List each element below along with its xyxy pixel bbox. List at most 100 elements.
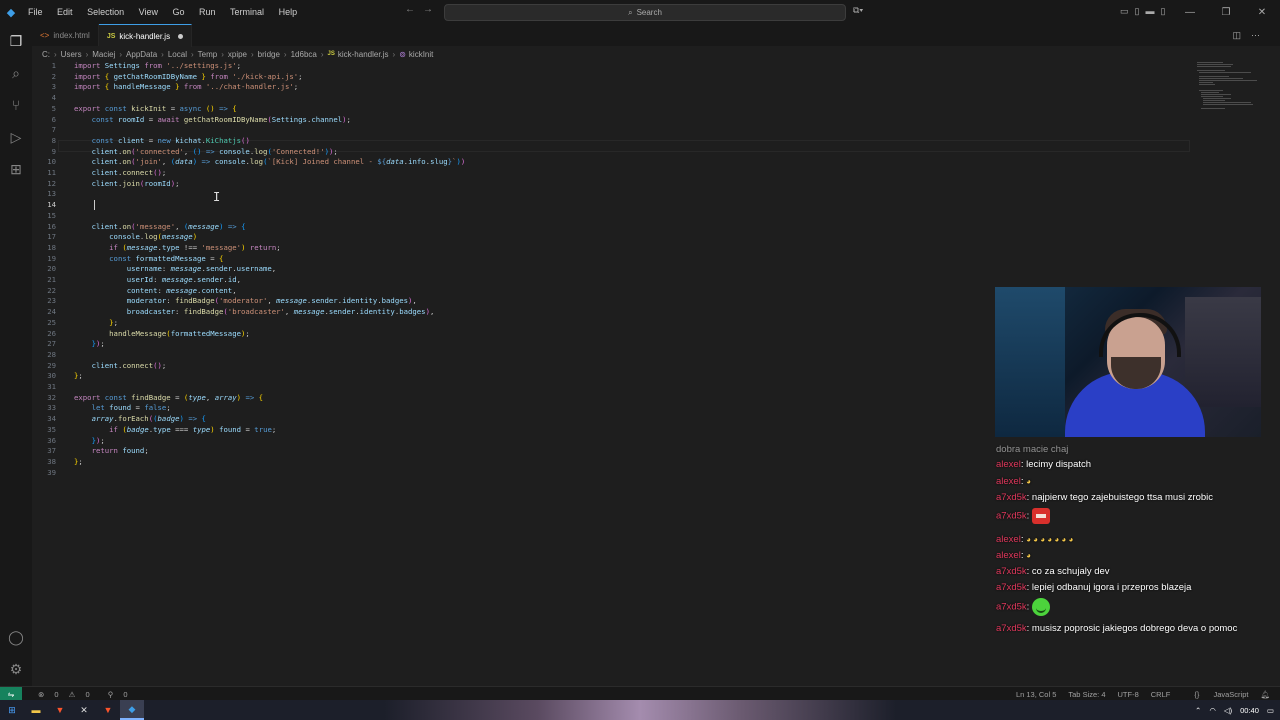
menu-selection[interactable]: Selection [81,7,130,17]
wifi-icon[interactable]: ◠ [1209,706,1216,715]
chat-username: a7xd5k [996,582,1027,593]
tab-kick-handler[interactable]: JS kick-handler.js [98,24,193,47]
chat-message: a7xd5k: lepiej odbanuj igora i przepros … [996,582,1192,593]
breadcrumb-item[interactable]: Users [61,50,82,59]
forward-arrow-icon[interactable]: → [423,4,441,15]
clock[interactable]: 00:40 [1240,706,1259,715]
close-icon[interactable]: ✕ [1244,7,1280,18]
language-mode[interactable]: {} JavaScript [1182,690,1248,699]
secondary-sidebar-icon[interactable]: ▯ [1160,6,1171,16]
chat-message: alexel: ◕ ◕ ◕ ◕ ◕ ◕ ◕ [996,534,1074,545]
encoding[interactable]: UTF-8 [1118,690,1139,699]
brave-browser-icon[interactable]: ▼ [48,700,72,720]
menu-view[interactable]: View [133,7,164,17]
chat-text: najpierw tego zajebuistego ttsa musi zro… [1031,492,1214,503]
explorer-icon[interactable]: ❐ [7,32,25,50]
source-control-icon[interactable]: ⑂ [7,96,25,114]
html-file-icon: <> [40,30,50,40]
minimize-icon[interactable]: — [1172,7,1208,18]
remote-indicator-icon[interactable]: ⇋ [0,687,22,701]
x-app-icon[interactable]: ✕ [72,700,96,720]
chat-message: alexel: ◕ [996,476,1031,487]
js-file-icon: JS [327,51,335,57]
system-tray: ⌃ ◠ ◁) 00:40 ▭ [1187,700,1274,720]
os-taskbar: ⊞ ▬ ▼ ✕ ▼ ◆ ⌃ ◠ ◁) 00:40 ▭ [0,700,1280,720]
minimap[interactable] [1195,60,1265,120]
chat-message: a7xd5k: [996,598,1266,616]
warning-count: 0 [85,689,90,699]
line-endings[interactable]: CRLF [1151,690,1171,699]
breadcrumb-file[interactable]: kick-handler.js [338,50,389,59]
breadcrumb-item[interactable]: AppData [126,50,157,59]
menu-help[interactable]: Help [273,7,304,17]
chat-username: a7xd5k [996,566,1027,577]
window-controls: — ❐ ✕ [1172,0,1280,24]
volume-icon[interactable]: ◁) [1224,706,1232,715]
menu-go[interactable]: Go [166,7,190,17]
notifications-bell-icon[interactable]: 🔔︎ [1260,690,1270,699]
menu-edit[interactable]: Edit [51,7,79,17]
vertical-scrollbar[interactable] [1270,60,1280,680]
run-debug-icon[interactable]: ▷ [7,128,25,146]
breadcrumb-item[interactable]: bridge [258,50,280,59]
menu-run[interactable]: Run [193,7,222,17]
file-explorer-icon[interactable]: ▬ [24,700,48,720]
tab-size[interactable]: Tab Size: 4 [1068,690,1105,699]
chat-username: a7xd5k [996,601,1027,613]
tab-label: kick-handler.js [119,31,171,41]
restore-icon[interactable]: ❐ [1208,7,1244,18]
search-icon[interactable]: ⌕ [7,64,25,82]
vscode-logo-icon[interactable]: ◆ [0,0,22,24]
chat-username: alexel [996,459,1021,470]
extensions-icon[interactable]: ⊞ [7,160,25,178]
back-arrow-icon[interactable]: ← [405,4,423,15]
split-editor-icon[interactable]: ◫ [1232,30,1251,40]
settings-gear-icon[interactable]: ⚙ [7,660,25,678]
windows-start-icon[interactable]: ⊞ [0,700,24,720]
panel-toggle-icon[interactable]: ▬ [1145,6,1160,16]
chat-message: a7xd5k: [996,508,1266,524]
mouse-ibeam-cursor-icon: I [213,190,221,204]
breadcrumb-item[interactable]: Local [168,50,187,59]
problems-indicator[interactable]: ⊗ 0 ⚠ 0 [30,690,90,699]
breadcrumb-item[interactable]: Temp [198,50,218,59]
breadcrumb: C: › Users › Maciej › AppData › Local › Temp ›… [42,49,434,59]
ports-indicator[interactable]: ⚲ 0 [100,690,128,699]
cursor-position[interactable]: Ln 13, Col 5 [1016,690,1056,699]
activity-bar: ❐ ⌕ ⑂ ▷ ⊞ ◯ ⚙ [0,24,32,686]
chat-message: dobra macie chaj [996,442,1266,457]
chat-text: lepiej odbanuj igora i przepros blazeja [1031,582,1192,593]
menu-file[interactable]: File [22,7,49,17]
text-caret [94,200,95,210]
layout-icon[interactable]: ▭ [1120,6,1135,16]
search-placeholder: Search [636,8,662,17]
chat-message: alexel: ◕ [996,550,1031,561]
breadcrumb-item[interactable]: 1d6bca [291,50,317,59]
search-icon: ⌕ [628,7,633,17]
breadcrumb-item[interactable]: C: [42,50,50,59]
menu-terminal[interactable]: Terminal [224,7,270,17]
tab-label: index.html [53,30,90,40]
sidebar-toggle-icon[interactable]: ▯ [1135,6,1146,16]
brave-browser-2-icon[interactable]: ▼ [96,700,120,720]
chat-message: a7xd5k: musisz poprosic jakiegos dobrego… [996,623,1238,634]
tab-index-html[interactable]: <> index.html [32,24,99,46]
chat-username: alexel [996,534,1021,545]
account-icon[interactable]: ◯ [7,628,25,646]
breadcrumb-item[interactable]: Maciej [92,50,115,59]
breadcrumb-symbol[interactable]: kickInit [409,50,433,59]
tray-expand-icon[interactable]: ⌃ [1195,706,1201,715]
chat-message: a7xd5k: najpierw tego zajebuistego ttsa … [996,492,1214,503]
chat-text: co za schujaly dev [1031,566,1110,577]
breadcrumb-item[interactable]: xpipe [228,50,247,59]
emote-icon: ◕ [1026,477,1031,486]
status-bar: ⇋ ⊗ 0 ⚠ 0 ⚲ 0 Ln 13, Col 5 Tab Size: 4 U… [0,686,1280,701]
more-actions-icon[interactable]: ⋯ [1251,30,1270,40]
vscode-taskbar-icon[interactable]: ◆ [120,700,144,720]
unsaved-dot-icon[interactable] [178,33,184,39]
notification-icon[interactable]: ▭ [1267,706,1274,715]
command-center-search[interactable]: ⌕ Search [444,4,846,21]
nav-arrows[interactable]: ←→ [405,4,441,15]
copilot-icon[interactable]: ⧉▾ [853,5,863,16]
layout-controls[interactable]: ▭▯▬▯ [1120,6,1171,17]
